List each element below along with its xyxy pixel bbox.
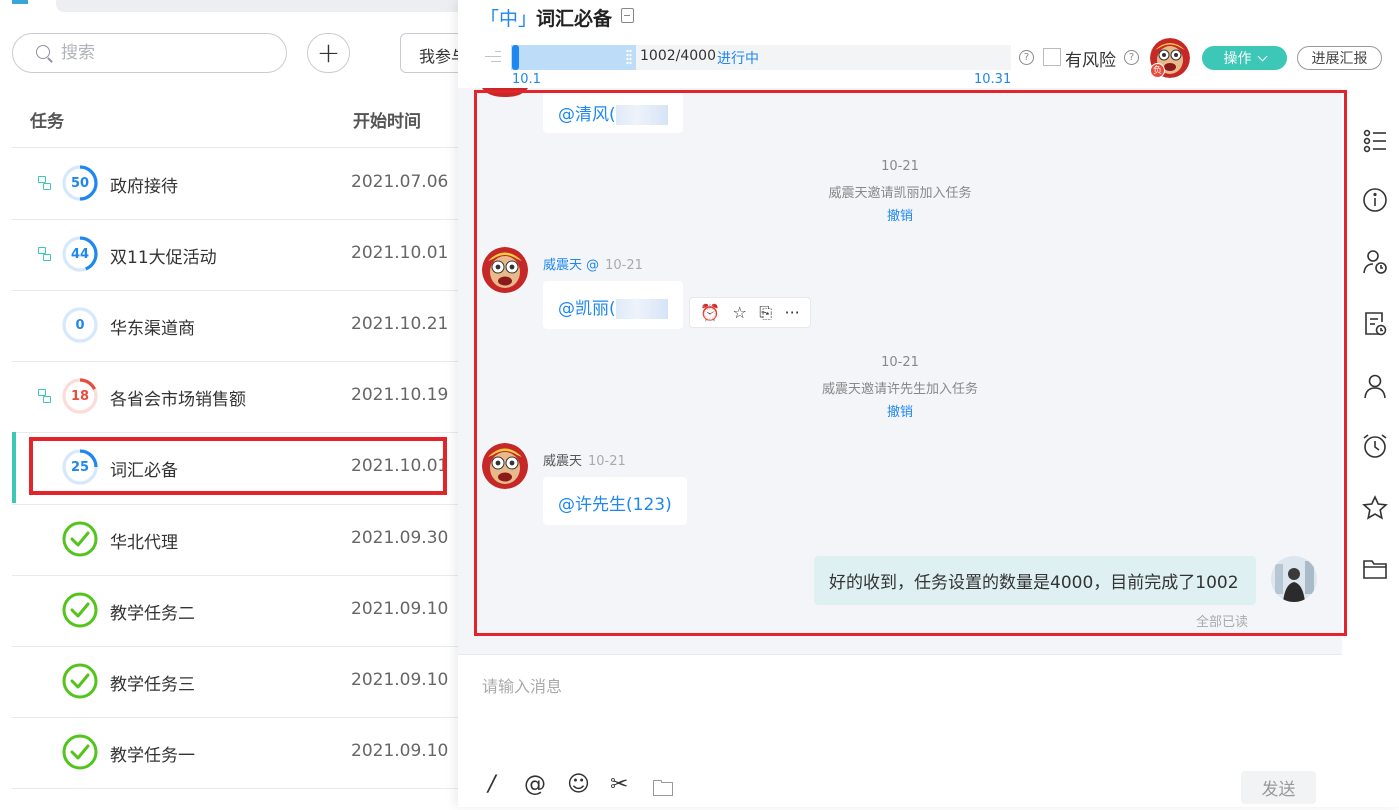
person-icon[interactable] (1361, 372, 1389, 400)
search-input[interactable] (61, 43, 261, 63)
progress-ring: 44 (61, 235, 99, 273)
task-row[interactable]: 教学任务三 2021.09.10 (0, 646, 458, 717)
task-name: 教学任务三 (110, 674, 195, 695)
task-name: 各省会市场销售额 (110, 390, 246, 411)
operate-label: 操作 (1223, 51, 1252, 67)
folder-icon[interactable]: 🗀 (652, 772, 674, 810)
task-row[interactable]: 50 政府接待 2021.07.06 (0, 148, 458, 219)
info-icon[interactable] (1361, 186, 1389, 214)
risk-label: 有风险 (1065, 51, 1116, 71)
start-date-label[interactable]: 10.1 (512, 72, 541, 87)
task-start-date: 2021.10.21 (351, 314, 449, 335)
progress-count: 1002/4000 (640, 48, 716, 64)
completed-check-icon (61, 733, 99, 771)
active-row-indicator (12, 432, 16, 503)
progress-report-button[interactable]: 进展汇报 (1297, 46, 1382, 70)
progress-percent: 0 (75, 317, 85, 333)
owner-badge: 负 (1150, 63, 1165, 78)
task-name: 政府接待 (110, 177, 178, 197)
task-name: 华东渠道商 (110, 319, 195, 340)
search-box[interactable] (12, 33, 287, 73)
checklist-icon[interactable] (1361, 127, 1389, 155)
task-start-date: 2021.10.01 (351, 243, 449, 264)
folder-icon[interactable] (1361, 555, 1389, 583)
progress-ring: 18 (61, 377, 99, 415)
progress-help-icon[interactable]: ? (1019, 50, 1034, 65)
task-start-date: 2021.09.10 (351, 598, 449, 619)
task-row[interactable]: 44 双11大促活动 2021.10.01 (0, 219, 458, 290)
add-task-button[interactable]: + (307, 33, 350, 73)
send-button[interactable]: 发送 (1241, 771, 1316, 804)
slash-command-icon[interactable]: / (488, 772, 495, 797)
progress-start-handle[interactable] (512, 45, 519, 70)
task-start-date: 2021.09.10 (351, 669, 449, 690)
task-name: 教学任务一 (110, 745, 195, 766)
mention-icon[interactable]: @ (524, 772, 546, 797)
app-corner-icon (12, 0, 28, 4)
risk-checkbox[interactable] (1043, 48, 1061, 66)
task-row[interactable]: 0 华东渠道商 2021.10.21 (0, 290, 458, 361)
member-time-icon[interactable] (1361, 248, 1389, 276)
search-icon (35, 44, 53, 62)
highlight-box-selected-task (29, 437, 447, 495)
completed-check-icon (61, 520, 99, 558)
subtask-tree-icon[interactable] (37, 175, 51, 190)
completed-check-icon (61, 591, 99, 629)
progress-percent: 50 (70, 175, 90, 191)
progress-percent: 18 (70, 388, 90, 404)
sort-handle-icon[interactable] (485, 51, 501, 63)
operate-button[interactable]: 操作 (1202, 46, 1287, 70)
end-date-label[interactable]: 10.31 (974, 72, 1011, 87)
task-start-date: 2021.10.19 (351, 385, 449, 406)
task-name: 华北代理 (110, 532, 178, 553)
edit-title-icon[interactable] (621, 8, 634, 23)
task-row[interactable]: 教学任务二 2021.09.10 (0, 575, 458, 646)
task-list-panel: + 我参与 任务 开始时间 50政府接待2021.07.0644双11大促活动2… (0, 0, 470, 807)
task-name: 双11大促活动 (110, 248, 217, 269)
star-icon[interactable] (1361, 494, 1389, 522)
top-tab-strip (56, 0, 458, 12)
task-name: 教学任务二 (110, 603, 195, 624)
progress-drag-handle[interactable] (626, 49, 632, 65)
task-title[interactable]: 词汇必备 (536, 4, 612, 31)
column-header-task[interactable]: 任务 (30, 107, 64, 132)
doc-review-icon[interactable] (1361, 310, 1389, 338)
completed-check-icon (61, 662, 99, 700)
column-header-start[interactable]: 开始时间 (353, 107, 421, 132)
task-detail-panel: 「中」 词汇必备 1002/4000 进行中 10.1 10.31 ? 有风险 … (458, 0, 1399, 807)
task-start-date: 2021.07.06 (351, 172, 449, 192)
subtask-tree-icon[interactable] (37, 388, 51, 404)
progress-fill (511, 45, 636, 70)
task-start-date: 2021.09.30 (351, 527, 449, 548)
progress-status: 进行中 (717, 51, 759, 67)
alarm-icon[interactable] (1361, 432, 1389, 460)
chevron-down-icon (1257, 51, 1267, 61)
screenshot-icon[interactable]: ✂ (610, 772, 628, 797)
progress-ring: 0 (61, 306, 99, 344)
task-row[interactable]: 华北代理 2021.09.30 (0, 504, 458, 575)
task-start-date: 2021.09.10 (351, 740, 449, 761)
row-divider (12, 787, 458, 789)
progress-ring: 50 (61, 164, 99, 202)
progress-percent: 44 (70, 246, 90, 262)
emoji-icon[interactable]: ☺ (567, 772, 590, 797)
message-input[interactable] (482, 673, 1302, 763)
risk-help-icon[interactable]: ? (1124, 50, 1139, 65)
task-row[interactable]: 教学任务一 2021.09.10 (0, 717, 458, 788)
task-row[interactable]: 18 各省会市场销售额 2021.10.19 (0, 361, 458, 432)
highlight-box-chat (474, 90, 1347, 636)
priority-tag[interactable]: 「中」 (480, 4, 537, 31)
subtask-tree-icon[interactable] (37, 246, 51, 262)
composer-divider (458, 654, 1342, 655)
